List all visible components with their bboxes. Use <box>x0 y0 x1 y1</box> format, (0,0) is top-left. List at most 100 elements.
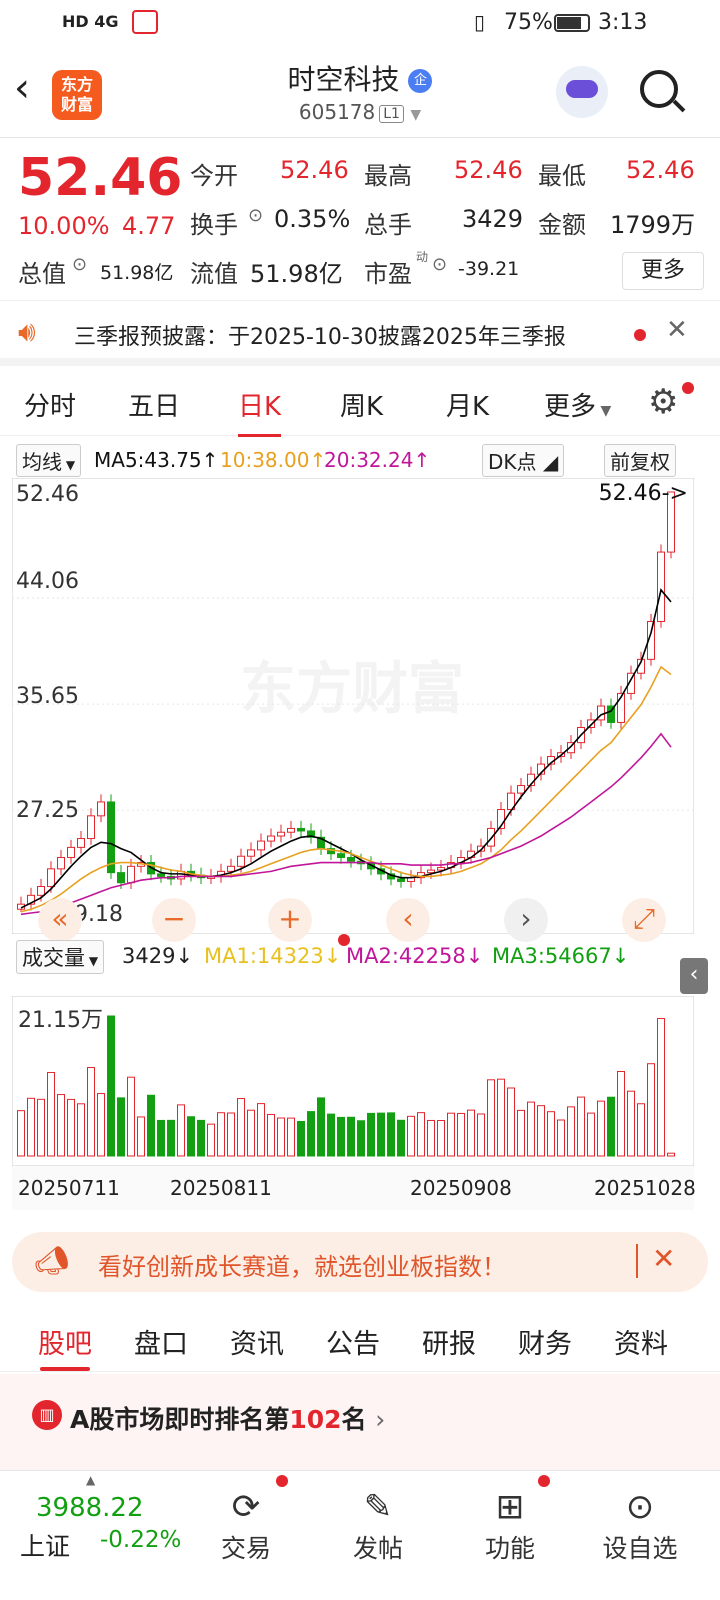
volume-bar <box>647 1063 655 1157</box>
robot-assistant-icon[interactable] <box>556 66 608 118</box>
clock: 3:13 <box>598 10 648 35</box>
volume-bar <box>447 1112 455 1157</box>
volume-bar <box>577 1096 585 1157</box>
volume-bar <box>87 1067 95 1157</box>
date-label: 20250908 <box>410 1176 512 1200</box>
tab-daily-k[interactable]: 日K <box>238 386 282 437</box>
volume-bar <box>427 1119 435 1157</box>
status-bar: HD 4G ▯ 75% 3:13 <box>0 0 720 48</box>
vol-ma3-text: MA3:54667 <box>492 944 612 968</box>
volume-selector[interactable]: 成交量 ▼ <box>16 940 105 974</box>
current-price: 52.46 <box>18 148 183 208</box>
volume-axis-max: 21.15万 <box>18 1008 103 1033</box>
adjust-button[interactable]: 前复权 <box>604 444 676 477</box>
volume-value: 3429↓ <box>122 944 194 968</box>
volume-bar <box>377 1112 385 1157</box>
stock-code[interactable]: 605178 L1 ▼ <box>200 100 520 124</box>
volume-bar <box>537 1105 545 1157</box>
candle <box>287 827 295 833</box>
candlestick-chart[interactable]: 东方财富 52.46-> <box>12 478 694 934</box>
volume-bar <box>17 1110 25 1157</box>
zoom-out-icon[interactable]: − <box>152 898 196 942</box>
app-logo[interactable]: 东方 财富 <box>52 70 102 120</box>
tab-announcements[interactable]: 公告 <box>326 1322 380 1361</box>
scroll-left-icon[interactable]: ‹ <box>386 898 430 942</box>
tab-more[interactable]: 更多 ▼ <box>544 386 611 423</box>
mktcap-value: 51.98亿 <box>100 262 174 284</box>
tab-pankou[interactable]: 盘口 <box>134 1322 188 1361</box>
dk-point-button[interactable]: DK点 ◢ <box>482 444 565 477</box>
volume-bar <box>207 1123 215 1157</box>
candle <box>117 872 125 884</box>
volume-bar <box>417 1112 425 1157</box>
volume-bar <box>67 1098 75 1157</box>
volume-chart[interactable] <box>12 996 694 1166</box>
vol-ma2: MA2:42258↓ <box>346 944 484 968</box>
tab-research[interactable]: 研报 <box>422 1322 476 1361</box>
vibrate-icon: ▯ <box>474 10 486 34</box>
expand-icon[interactable]: ▲ <box>86 1473 95 1487</box>
volume-bar <box>507 1087 515 1157</box>
amount-value: 1799万 <box>610 211 696 239</box>
volume-bar <box>167 1119 175 1157</box>
pe-value: -39.21 <box>458 258 520 280</box>
more-button[interactable]: 更多 <box>622 252 704 290</box>
index-name[interactable]: 上证 <box>20 1527 70 1563</box>
nav-functions[interactable]: ⊞ 功能 <box>460 1485 560 1565</box>
candle <box>267 835 275 842</box>
volume-bar <box>247 1109 255 1157</box>
info-icon[interactable]: ⊙ <box>248 205 263 226</box>
stock-code-value: 605178 <box>298 100 376 124</box>
high-value: 52.46 <box>454 156 523 184</box>
index-value[interactable]: 3988.22 <box>36 1493 144 1523</box>
date-label: 20250811 <box>170 1176 272 1200</box>
volume-bar <box>267 1113 275 1157</box>
volume-bar <box>337 1116 345 1157</box>
nav-post[interactable]: ✎ 发帖 <box>328 1485 428 1565</box>
nav-add-watchlist[interactable]: ⊙ 设自选 <box>590 1485 690 1565</box>
amount-label: 金额 <box>538 211 586 239</box>
tab-finance[interactable]: 财务 <box>518 1322 572 1361</box>
gear-icon[interactable]: ⚙ <box>648 382 678 422</box>
volume-bar <box>197 1119 205 1157</box>
change-amount: 4.77 <box>122 212 176 240</box>
nav-trade[interactable]: ⟳ 交易 <box>196 1485 296 1565</box>
info-icon[interactable]: ⊙ <box>72 254 87 275</box>
fullscreen-icon[interactable]: ⤢ <box>622 898 666 942</box>
volume-bar <box>217 1112 225 1157</box>
y-tick-3: 35.65 <box>16 684 79 709</box>
bottom-nav: ▲ 3988.22 上证 -0.22% ⟳ 交易 ✎ 发帖 ⊞ 功能 ⊙ 设自选 <box>0 1470 720 1600</box>
close-icon[interactable]: ✕ <box>652 1242 675 1275</box>
tab-intraday[interactable]: 分时 <box>24 386 76 423</box>
candle <box>657 551 665 622</box>
notice-bar[interactable]: 🔊︎ 三季报预披露：于2025-10-30披露2025年三季报 ✕ <box>0 300 720 366</box>
volume-bar <box>347 1116 355 1157</box>
ma-selector[interactable]: 均线 ▼ <box>16 444 82 477</box>
info-icon[interactable]: ⊙ <box>432 254 447 275</box>
dropdown-icon: ▼ <box>62 458 76 472</box>
promo-banner[interactable]: 📣︎ 看好创新成长赛道，就选创业板指数！ ✕ <box>12 1232 708 1292</box>
back-icon[interactable]: ‹ <box>14 66 30 110</box>
zoom-in-icon[interactable]: + <box>268 898 312 942</box>
scroll-left-fast-icon[interactable]: « <box>38 898 82 942</box>
open-value: 52.46 <box>280 156 349 184</box>
rank-prefix: A股市场即时排名第 <box>70 1405 290 1434</box>
rank-banner[interactable]: ▥ A股市场即时排名第102名 › <box>0 1374 720 1470</box>
tab-profile[interactable]: 资料 <box>614 1322 668 1361</box>
close-icon[interactable]: ✕ <box>666 315 688 345</box>
tab-guba[interactable]: 股吧 <box>38 1322 92 1371</box>
tab-monthly-k[interactable]: 月K <box>446 386 489 423</box>
nav-trade-label: 交易 <box>220 1534 271 1563</box>
tab-five-day[interactable]: 五日 <box>128 386 180 423</box>
tab-weekly-k[interactable]: 周K <box>340 386 383 423</box>
grid-icon: ⊞ <box>495 1487 525 1527</box>
tab-news[interactable]: 资讯 <box>230 1322 284 1361</box>
candle <box>57 856 65 870</box>
volume-bar <box>617 1071 625 1157</box>
ma10-text: 10:38.00 <box>220 448 310 472</box>
collapse-panel-icon[interactable]: ‹ <box>680 958 708 994</box>
app-notification-icon <box>132 10 158 34</box>
index-change: -0.22% <box>100 1527 182 1553</box>
scroll-right-icon[interactable]: › <box>504 898 548 942</box>
volume-bar <box>457 1112 465 1157</box>
